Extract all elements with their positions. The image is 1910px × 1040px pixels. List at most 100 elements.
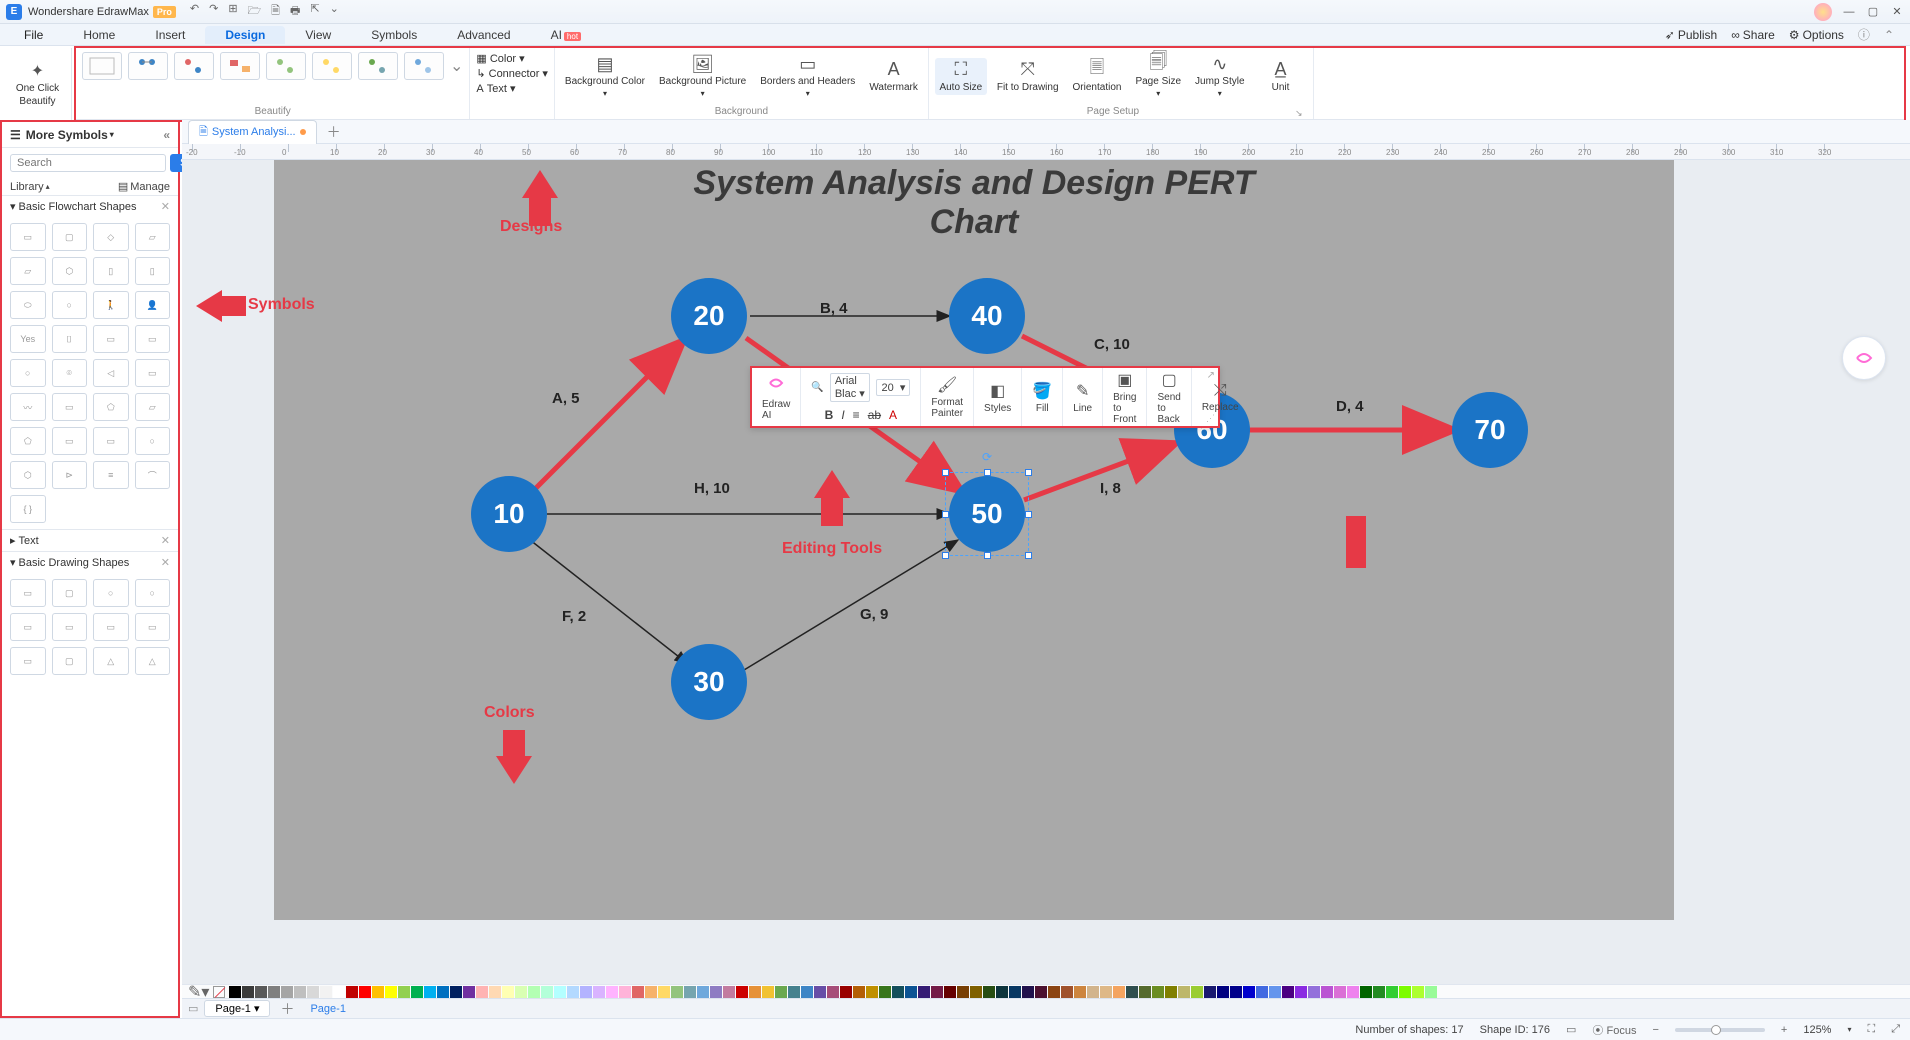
edge-label-c[interactable]: C, 10: [1094, 336, 1130, 353]
shape-item[interactable]: ○: [10, 359, 46, 387]
color-swatch[interactable]: [450, 986, 462, 998]
symbol-search-input[interactable]: [10, 154, 166, 172]
text-dropdown[interactable]: AText ▾: [476, 82, 548, 95]
color-swatch[interactable]: [1022, 986, 1034, 998]
zoom-out-button[interactable]: −: [1652, 1024, 1658, 1036]
styles-button[interactable]: ◧Styles: [974, 368, 1022, 426]
print-icon[interactable]: 🖶: [290, 2, 300, 21]
color-swatch[interactable]: [1100, 986, 1112, 998]
theme-preset-1[interactable]: [82, 52, 122, 80]
color-swatch[interactable]: [1061, 986, 1073, 998]
add-document-button[interactable]: ＋: [327, 122, 341, 142]
section-drawing-header[interactable]: ▾ Basic Drawing Shapes✕: [2, 552, 178, 573]
shape-item[interactable]: ▭: [10, 647, 46, 675]
color-swatch[interactable]: [1399, 986, 1411, 998]
color-swatch[interactable]: [385, 986, 397, 998]
theme-preset-4[interactable]: [220, 52, 260, 80]
color-swatch[interactable]: [411, 986, 423, 998]
shape-item[interactable]: ▱: [135, 393, 171, 421]
edge-label-a[interactable]: A, 5: [552, 390, 580, 407]
color-swatch[interactable]: [1347, 986, 1359, 998]
theme-preset-7[interactable]: [358, 52, 398, 80]
shape-item[interactable]: ▭: [135, 359, 171, 387]
redo-icon[interactable]: ↷: [209, 2, 218, 21]
color-swatch[interactable]: [1243, 986, 1255, 998]
color-swatch[interactable]: [619, 986, 631, 998]
theme-preset-5[interactable]: [266, 52, 306, 80]
color-swatch[interactable]: [359, 986, 371, 998]
fill-button[interactable]: 🪣Fill: [1022, 368, 1063, 426]
color-swatch[interactable]: [684, 986, 696, 998]
color-swatch[interactable]: [1425, 986, 1437, 998]
color-swatch[interactable]: [372, 986, 384, 998]
send-to-back-button[interactable]: ▢Send to Back: [1147, 368, 1191, 426]
minimize-icon[interactable]: —: [1842, 5, 1856, 19]
shape-item[interactable]: △: [93, 647, 129, 675]
ai-assistant-fab[interactable]: [1842, 336, 1886, 380]
theme-preset-8[interactable]: [404, 52, 444, 80]
qat-more-icon[interactable]: ⌄: [330, 2, 339, 21]
shape-item[interactable]: ⌾: [52, 359, 88, 387]
zoom-slider[interactable]: [1675, 1028, 1765, 1032]
shape-item[interactable]: ▭: [10, 613, 46, 641]
font-search-icon[interactable]: 🔍: [811, 382, 823, 393]
canvas[interactable]: System Analysis and Design PERTChart: [182, 160, 1910, 984]
maximize-icon[interactable]: ▢: [1866, 5, 1880, 19]
theme-preset-3[interactable]: [174, 52, 214, 80]
shape-item[interactable]: ▭: [135, 325, 171, 353]
shape-item[interactable]: ▭: [10, 223, 46, 251]
edge-label-d[interactable]: D, 4: [1336, 398, 1364, 415]
section-flowchart-header[interactable]: ▾ Basic Flowchart Shapes✕: [2, 196, 178, 217]
color-swatch[interactable]: [463, 986, 475, 998]
shape-item[interactable]: ▯: [93, 257, 129, 285]
color-swatch[interactable]: [970, 986, 982, 998]
shape-item[interactable]: ▱: [10, 257, 46, 285]
color-swatch[interactable]: [723, 986, 735, 998]
shape-item[interactable]: ⊳: [52, 461, 88, 489]
theme-preset-6[interactable]: [312, 52, 352, 80]
shape-item[interactable]: ▭: [52, 427, 88, 455]
theme-gallery-more-icon[interactable]: ⌄: [450, 56, 463, 76]
pert-node-70[interactable]: 70: [1452, 392, 1528, 468]
orientation-button[interactable]: 🗏Orientation: [1069, 58, 1126, 95]
color-swatch[interactable]: [1048, 986, 1060, 998]
shape-item[interactable]: ⬠: [93, 393, 129, 421]
bring-to-front-button[interactable]: ▣Bring to Front: [1103, 368, 1147, 426]
color-swatch[interactable]: [476, 986, 488, 998]
manage-library-button[interactable]: ▤Manage: [118, 180, 170, 193]
shape-item[interactable]: ▢: [52, 223, 88, 251]
color-swatch[interactable]: [1321, 986, 1333, 998]
color-swatch[interactable]: [1295, 986, 1307, 998]
bold-button[interactable]: B: [825, 408, 834, 422]
undo-icon[interactable]: ↶: [190, 2, 199, 21]
share-button[interactable]: ∞Share: [1731, 28, 1775, 42]
pert-node-20[interactable]: 20: [671, 278, 747, 354]
shape-item[interactable]: ◁: [93, 359, 129, 387]
close-icon[interactable]: ✕: [1890, 5, 1904, 19]
color-swatch[interactable]: [1165, 986, 1177, 998]
edge-label-h[interactable]: H, 10: [694, 480, 730, 497]
one-click-beautify[interactable]: ✦ One Click Beautify: [4, 48, 72, 120]
no-fill-swatch[interactable]: [213, 986, 225, 998]
shape-item[interactable]: ▭: [93, 325, 129, 353]
color-swatch[interactable]: [1373, 986, 1385, 998]
color-swatch[interactable]: [749, 986, 761, 998]
color-swatch[interactable]: [957, 986, 969, 998]
pagesetup-launcher-icon[interactable]: ↘: [1291, 108, 1307, 119]
shape-item[interactable]: ▭: [135, 613, 171, 641]
color-swatch[interactable]: [853, 986, 865, 998]
color-swatch[interactable]: [1360, 986, 1372, 998]
shape-item[interactable]: ⬠: [10, 427, 46, 455]
color-swatch[interactable]: [1087, 986, 1099, 998]
color-swatch[interactable]: [918, 986, 930, 998]
color-swatch[interactable]: [983, 986, 995, 998]
new-icon[interactable]: ⊞: [228, 2, 237, 21]
color-swatch[interactable]: [762, 986, 774, 998]
collapse-ribbon-icon[interactable]: ⌃: [1884, 28, 1894, 42]
color-swatch[interactable]: [242, 986, 254, 998]
edge-label-i[interactable]: I, 8: [1100, 480, 1121, 497]
color-swatch[interactable]: [879, 986, 891, 998]
section-close-icon[interactable]: ✕: [161, 534, 170, 547]
color-swatch[interactable]: [645, 986, 657, 998]
shape-item[interactable]: { }: [10, 495, 46, 523]
